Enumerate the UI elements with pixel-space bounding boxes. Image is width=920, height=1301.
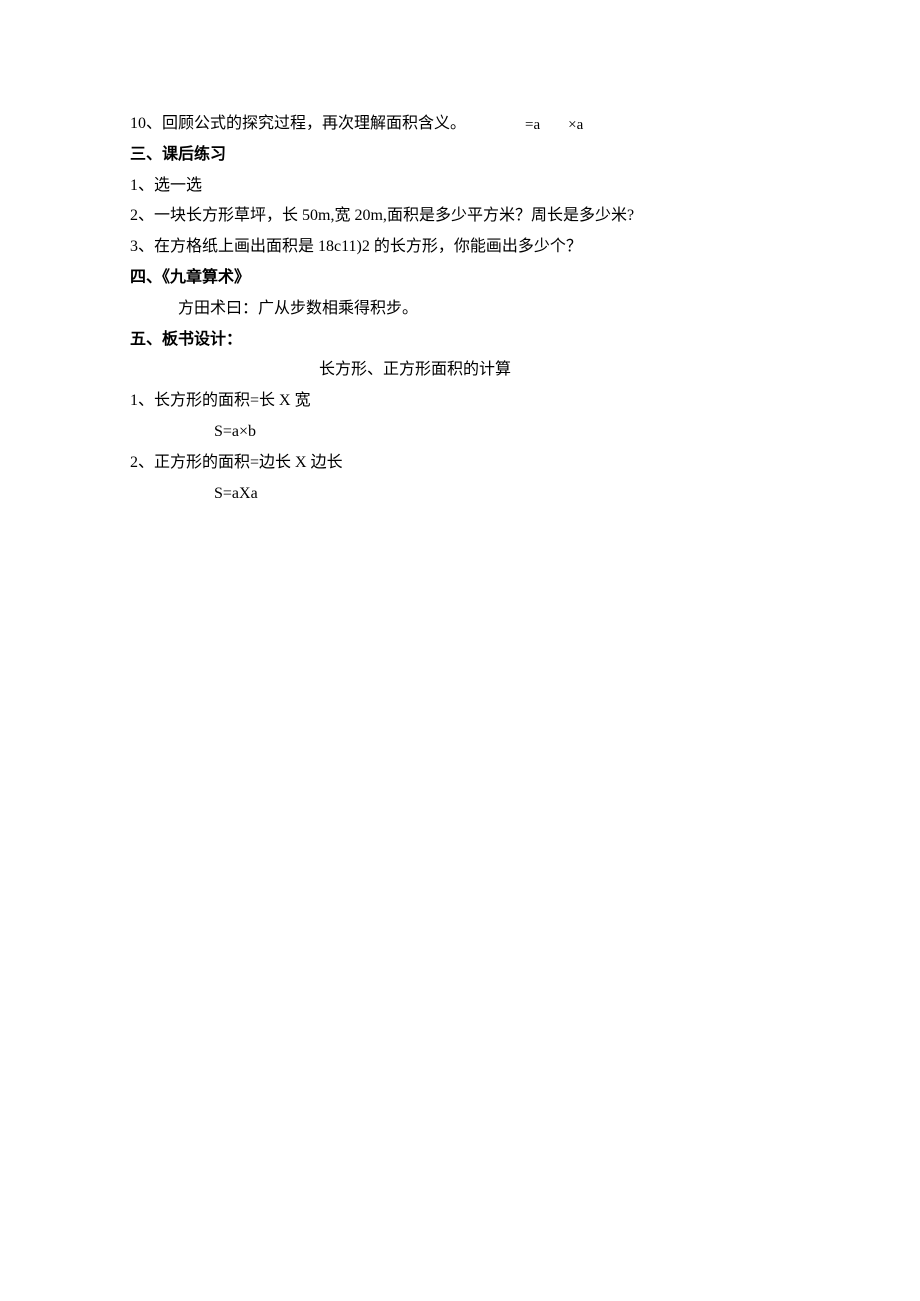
line-5-2: 2、正方形的面积=边长 X 边长 — [130, 449, 790, 478]
line-3-2-20m: 20m, — [354, 207, 386, 224]
line-5-1: 1、长方形的面积=长 X 宽 — [130, 387, 790, 416]
line-3-3-pre: 3、在方格纸上画出面积是 — [130, 238, 318, 255]
line-3-3-post: 的长方形，你能画出多少个？ — [370, 238, 582, 255]
line-3-3: 3、在方格纸上画出面积是 18c11)2 的长方形，你能画出多少个？ — [130, 233, 790, 262]
line-3-2-pre: 2、一块长方形草坪，长 — [130, 207, 302, 224]
heading-section-4: 四、《九章算术》 — [130, 264, 790, 293]
line-5-1-formula: S=a×b — [130, 418, 790, 447]
line-10: 10、回顾公式的探究过程，再次理解面积含义。 — [130, 110, 790, 139]
line-4-1: 方田术曰：广从步数相乘得积步。 — [130, 295, 790, 324]
heading-section-5: 五、板书设计： — [130, 326, 790, 355]
heading-section-3: 三、课后练习 — [130, 141, 790, 170]
line-5-title: 长方形、正方形面积的计算 — [130, 356, 790, 385]
line-3-1: 1、选一选 — [130, 172, 790, 201]
formula-right: ×a — [568, 117, 583, 133]
line-3-2-50m: 50m, — [302, 207, 334, 224]
line-3-2-post: 面积是多少平方米？周长是多少米? — [387, 207, 634, 224]
line-5-2-formula: S=aXa — [130, 480, 790, 509]
line-3-3-val: 18c11)2 — [318, 238, 370, 255]
line-3-2: 2、一块长方形草坪，长 50m,宽 20m,面积是多少平方米？周长是多少米? — [130, 202, 790, 231]
line-3-2-mid: 宽 — [334, 207, 354, 224]
formula-left: =a — [525, 117, 540, 133]
top-formula-fragment: =a ×a — [525, 112, 583, 139]
